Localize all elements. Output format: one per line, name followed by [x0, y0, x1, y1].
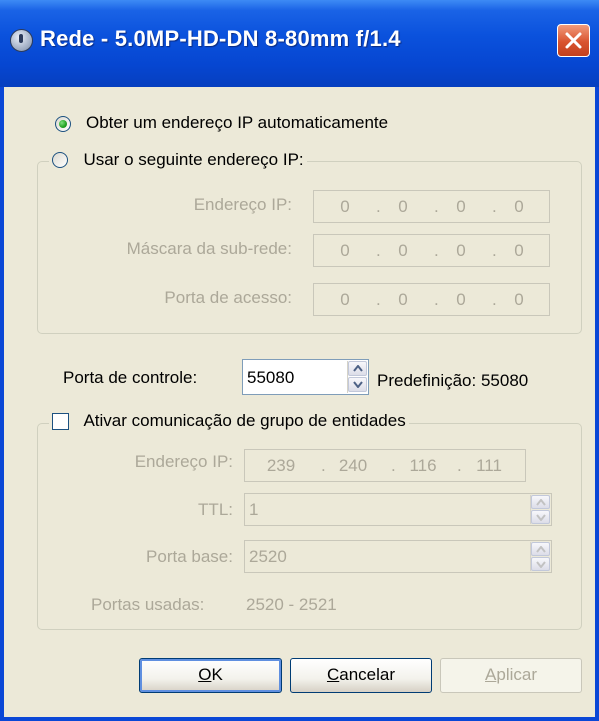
cancel-mnemonic: C	[326, 665, 340, 684]
chevron-up-icon	[536, 499, 546, 506]
ok-label: K	[211, 665, 223, 684]
ip-octet: 111	[476, 456, 502, 475]
ok-button[interactable]: OK	[139, 658, 282, 693]
cancel-button[interactable]: Cancelar	[290, 658, 432, 693]
ports-used-value: 2520 - 2521	[246, 595, 337, 614]
ip-dot: .	[376, 241, 381, 260]
ip-octet: 0	[398, 290, 408, 309]
spin-up-button[interactable]	[531, 495, 550, 509]
ttl-value: 1	[249, 500, 259, 519]
spin-up-button[interactable]	[348, 361, 367, 376]
ok-mnemonic: O	[198, 665, 212, 684]
chevron-down-icon	[536, 514, 546, 521]
subnet-mask-label: Máscara da sub-rede:	[126, 239, 292, 258]
control-port-input[interactable]: 55080	[242, 359, 369, 395]
multicast-ip-label: Endereço IP:	[134, 452, 233, 471]
base-port-input[interactable]: 2520	[244, 540, 552, 573]
spin-up-button[interactable]	[531, 542, 550, 556]
ip-dot: .	[492, 241, 497, 260]
multicast-legend: Ativar comunicação de grupo de entidades	[49, 411, 409, 431]
ip-octet: 0	[398, 241, 408, 260]
ip-octet: 0	[398, 197, 408, 216]
static-ip-field[interactable]: 0 . 0 . 0 . 0	[313, 190, 550, 223]
close-button[interactable]	[557, 24, 590, 57]
control-port-label: Porta de controle:	[63, 368, 198, 387]
subnet-mask-field[interactable]: 0 . 0 . 0 . 0	[313, 234, 550, 267]
ports-used-label: Portas usadas:	[91, 595, 205, 614]
ttl-input[interactable]: 1	[244, 493, 552, 526]
ip-dot: .	[492, 290, 497, 309]
base-port-value: 2520	[249, 547, 287, 566]
chevron-down-icon	[536, 561, 546, 568]
ip-dot: .	[434, 290, 439, 309]
network-app-icon	[10, 29, 33, 52]
multicast-checkbox-label[interactable]: Ativar comunicação de grupo de entidades	[83, 411, 405, 430]
ip-octet: 116	[409, 456, 437, 475]
ip-octet: 0	[514, 241, 524, 260]
apply-button[interactable]: Aplicar	[440, 658, 582, 693]
title-bar[interactable]: Rede - 5.0MP-HD-DN 8-80mm f/1.4	[0, 0, 599, 87]
ttl-spinner[interactable]	[530, 495, 550, 524]
control-port-value: 55080	[247, 368, 295, 387]
ip-octet: 0	[456, 290, 466, 309]
chevron-up-icon	[536, 546, 546, 553]
auto-ip-label[interactable]: Obter um endereço IP automaticamente	[86, 113, 388, 133]
static-ip-label: Endereço IP:	[193, 195, 292, 214]
manual-ip-legend: Usar o seguinte endereço IP:	[49, 150, 307, 170]
manual-ip-label[interactable]: Usar o seguinte endereço IP:	[83, 150, 303, 169]
ip-octet: 0	[456, 197, 466, 216]
control-port-default: Predefinição: 55080	[377, 371, 529, 390]
dialog-window: Rede - 5.0MP-HD-DN 8-80mm f/1.4 Obter um…	[0, 0, 599, 721]
ip-dot: .	[321, 456, 326, 475]
chevron-down-icon	[353, 381, 363, 388]
window-title: Rede - 5.0MP-HD-DN 8-80mm f/1.4	[40, 26, 401, 51]
gateway-field[interactable]: 0 . 0 . 0 . 0	[313, 283, 550, 316]
multicast-checkbox[interactable]	[52, 412, 69, 430]
base-port-label: Porta base:	[146, 547, 233, 566]
spin-down-button[interactable]	[348, 377, 367, 392]
gateway-label: Porta de acesso:	[164, 288, 292, 307]
cancel-label: ancelar	[339, 665, 396, 684]
ip-octet: 240	[338, 456, 368, 475]
ip-octet: 0	[456, 241, 466, 260]
spin-down-button[interactable]	[531, 510, 550, 524]
close-icon	[565, 32, 582, 49]
chevron-up-icon	[353, 365, 363, 372]
ip-dot: .	[492, 197, 497, 216]
ip-dot: .	[434, 241, 439, 260]
ttl-label: TTL:	[198, 500, 233, 519]
apply-label: plicar	[496, 665, 537, 684]
spin-down-button[interactable]	[531, 557, 550, 571]
ip-octet: 239	[266, 456, 296, 475]
auto-ip-radio[interactable]	[55, 116, 71, 132]
ip-octet: 0	[514, 197, 524, 216]
ip-dot: .	[376, 197, 381, 216]
ip-dot: .	[391, 456, 396, 475]
ip-octet: 0	[340, 290, 350, 309]
ip-dot: .	[376, 290, 381, 309]
ip-octet: 0	[514, 290, 524, 309]
base-port-spinner[interactable]	[530, 542, 550, 571]
ip-octet: 0	[340, 241, 350, 260]
multicast-ip-field[interactable]: 239 . 240 . 116 . 111	[244, 449, 526, 482]
ip-dot: .	[457, 456, 462, 475]
ip-octet: 0	[340, 197, 350, 216]
dialog-client-area: Obter um endereço IP automaticamente Usa…	[4, 87, 595, 717]
ip-dot: .	[434, 197, 439, 216]
manual-ip-radio[interactable]	[52, 152, 68, 168]
control-port-spinner[interactable]	[347, 361, 367, 393]
apply-mnemonic: A	[485, 665, 497, 684]
